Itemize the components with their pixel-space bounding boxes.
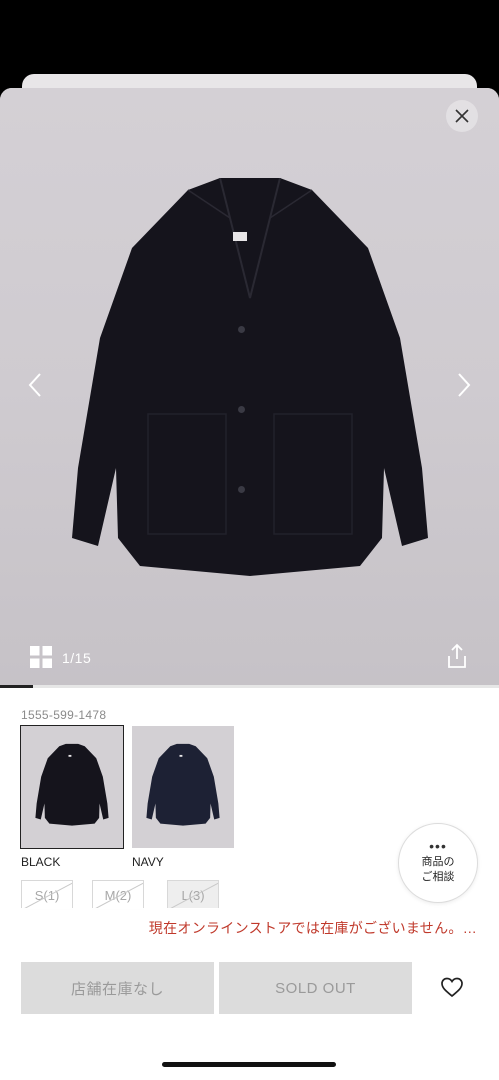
close-icon (455, 109, 469, 123)
gallery-progress-bar (0, 685, 499, 688)
size-option-s[interactable]: S(1) (21, 880, 73, 910)
size-option-l[interactable]: L(3) (167, 880, 219, 910)
product-photo (72, 178, 428, 576)
grid-icon[interactable] (30, 646, 52, 668)
consult-label-line2: ご相談 (421, 871, 455, 883)
store-stock-button[interactable]: 店舗在庫なし (21, 962, 214, 1014)
unavailable-slash (22, 881, 72, 909)
black-jacket-thumbnail (35, 743, 109, 826)
image-counter: 1/15 (62, 650, 92, 666)
product-image-gallery[interactable]: 1/15 (0, 88, 499, 686)
color-label-black: BLACK (21, 855, 61, 869)
navy-jacket-thumbnail (146, 743, 220, 826)
color-swatch-navy[interactable] (132, 726, 234, 848)
heart-icon[interactable] (440, 976, 464, 1000)
size-option-m[interactable]: M(2) (92, 880, 144, 910)
chevron-left-icon[interactable] (24, 370, 48, 400)
gallery-progress-fill (0, 685, 34, 688)
purchase-bar: 現在オンラインストアでは在庫がございません。… 店舗在庫なし SOLD OUT (0, 908, 499, 1080)
more-dots-icon: ••• (429, 838, 447, 854)
product-consult-button[interactable]: ••• 商品の ご相談 (398, 823, 478, 903)
home-indicator (162, 1062, 336, 1067)
unavailable-slash (93, 881, 143, 909)
product-code: 1555-599-1478 (21, 708, 107, 722)
chevron-right-icon[interactable] (451, 370, 475, 400)
close-button[interactable] (446, 100, 478, 132)
consult-label-line1: 商品の (421, 856, 455, 868)
sold-out-button[interactable]: SOLD OUT (219, 962, 412, 1014)
color-swatch-black[interactable] (20, 725, 124, 849)
stock-message[interactable]: 現在オンラインストアでは在庫がございません。… (0, 918, 499, 938)
share-icon[interactable] (445, 643, 469, 669)
unavailable-slash (168, 881, 218, 909)
product-detail-sheet: 1/15 1555-599-1478 BLACK NAVY ••• 商品の ご相… (0, 88, 499, 1080)
color-label-navy: NAVY (132, 855, 164, 869)
